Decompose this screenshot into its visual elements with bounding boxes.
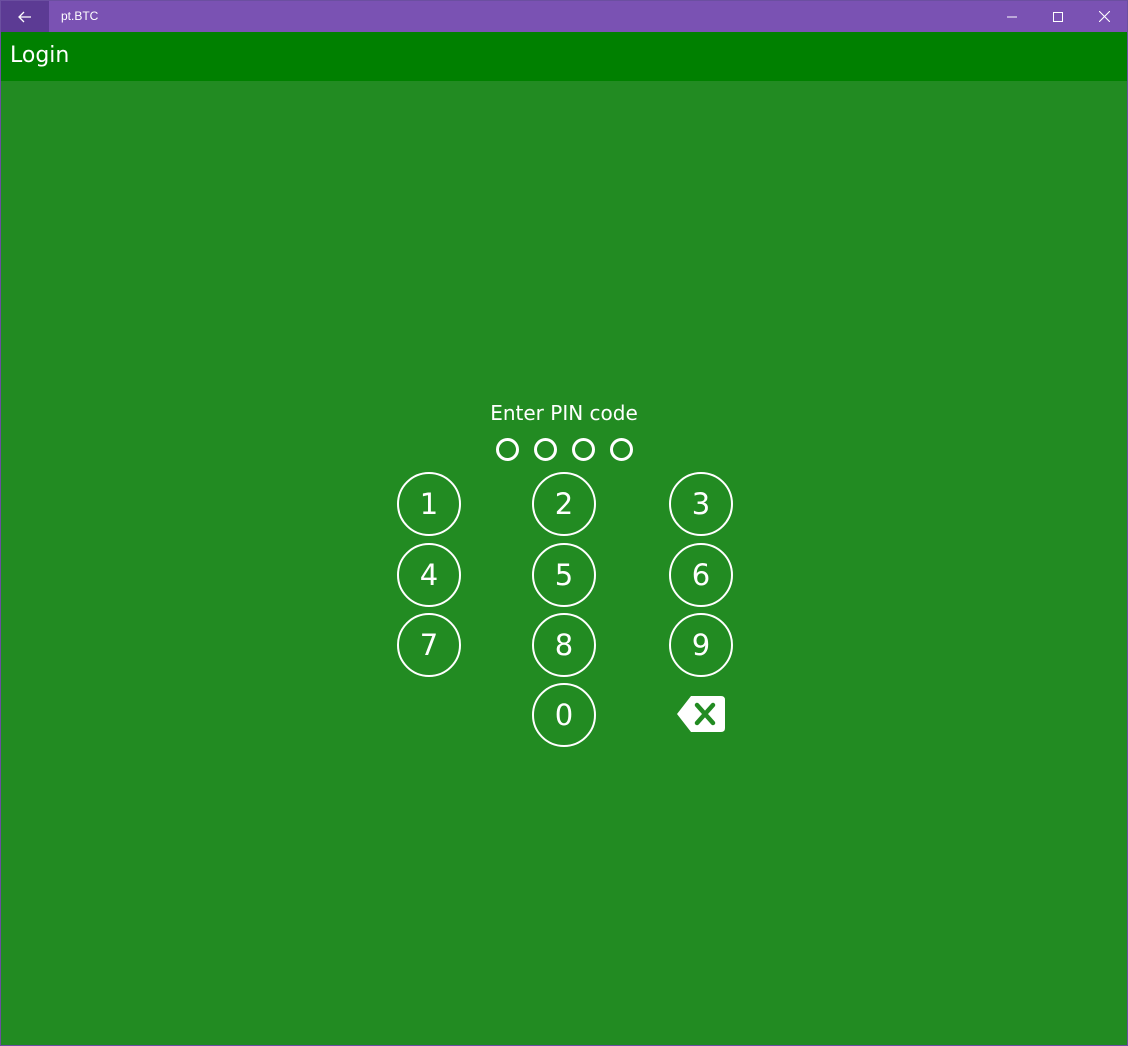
app-window: pt.BTC Login Enter PIN code 1 2 3 4 5 6 … [0,0,1128,1046]
key-4[interactable]: 4 [397,543,461,607]
close-icon [1098,11,1110,22]
page-header: Login [1,32,1127,81]
key-8[interactable]: 8 [532,613,596,677]
back-button[interactable] [1,1,49,32]
key-5[interactable]: 5 [532,543,596,607]
pin-prompt: Enter PIN code [490,401,638,425]
maximize-button[interactable] [1035,1,1081,32]
arrow-left-icon [18,11,31,22]
key-1[interactable]: 1 [397,472,461,536]
app-title: pt.BTC [61,9,99,23]
pin-dot-1 [496,438,519,461]
pin-dot-2 [534,438,557,461]
close-button[interactable] [1081,1,1127,32]
title-bar: pt.BTC [1,1,1127,32]
key-6[interactable]: 6 [669,543,733,607]
pin-dot-3 [572,438,595,461]
backspace-button[interactable] [677,696,725,732]
key-0[interactable]: 0 [532,683,596,747]
minimize-icon [1007,16,1017,17]
key-7[interactable]: 7 [397,613,461,677]
key-2[interactable]: 2 [532,472,596,536]
minimize-button[interactable] [989,1,1035,32]
backspace-icon [677,696,725,732]
key-3[interactable]: 3 [669,472,733,536]
key-9[interactable]: 9 [669,613,733,677]
page-title: Login [10,43,70,68]
maximize-icon [1053,11,1063,22]
pin-dot-4 [610,438,633,461]
